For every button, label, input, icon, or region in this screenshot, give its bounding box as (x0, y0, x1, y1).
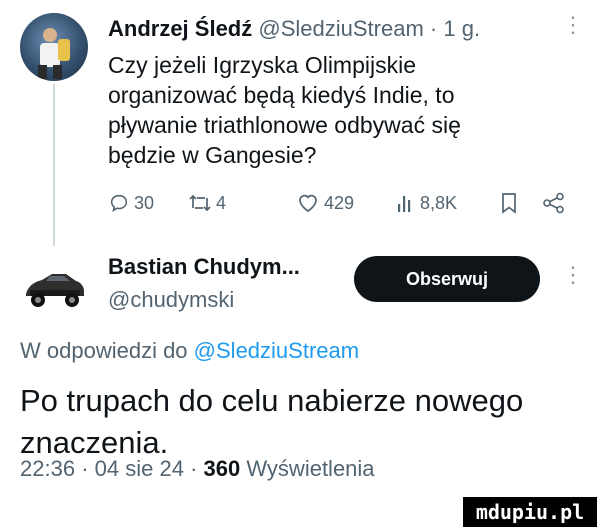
author-avatar[interactable] (20, 250, 90, 320)
more-options-icon[interactable]: ⋮ (562, 12, 584, 38)
tweet-metadata: 22:36 · 04 sie 24 · 360 Wyświetlenia (20, 456, 375, 482)
more-options-icon[interactable]: ⋮ (562, 262, 584, 288)
bookmark-icon (502, 193, 516, 214)
author-name[interactable]: Bastian Chudym... (108, 254, 300, 280)
retweet-button[interactable]: 4 (188, 192, 226, 214)
like-count: 429 (324, 192, 355, 213)
tweet-text-line: organizować będą kiedyś Indie, to (108, 82, 455, 108)
tweet-time[interactable]: 22:36 (20, 456, 75, 481)
reply-icon (110, 194, 128, 212)
thread-connector-line (53, 84, 55, 246)
site-watermark: mdupiu.pl (463, 497, 597, 527)
views-button[interactable]: 8,8K (396, 192, 457, 214)
author-handle[interactable]: @chudymski (108, 287, 234, 313)
meta-separator: · (81, 456, 89, 481)
follow-button[interactable]: Obserwuj (354, 256, 540, 302)
bookmark-button[interactable] (500, 192, 518, 214)
reply-to-handle-link[interactable]: @SledziuStream (194, 338, 359, 363)
tweet-text-line: będzie w Gangesie? (108, 142, 317, 168)
tweet-text-line: Czy jeżeli Igrzyska Olimpijskie (108, 52, 417, 78)
author-name[interactable]: Andrzej Śledź (108, 16, 252, 41)
reply-prefix: W odpowiedzi do (20, 338, 188, 363)
views-total: 360 (203, 456, 241, 481)
car-icon (26, 274, 84, 307)
heart-icon (299, 194, 317, 213)
tweet-text-line: pływanie triathlonowe odbywać się (108, 112, 461, 138)
like-button[interactable]: 429 (296, 192, 354, 214)
tweet-header: Andrzej Śledź @SledziuStream · 1 g. (108, 16, 480, 42)
person-figure-icon (38, 28, 70, 79)
retweet-icon (189, 194, 211, 212)
reply-button[interactable]: 30 (108, 192, 154, 214)
share-icon (543, 192, 564, 214)
author-avatar[interactable] (20, 13, 88, 81)
reply-count: 30 (134, 192, 155, 213)
tweet-text: Czy jeżeli Igrzyska Olimpijskie organizo… (108, 50, 548, 170)
tweet-actions-bar: 30 4 429 8,8K (108, 192, 568, 220)
tweet-text-line: Po trupach do celu nabierze nowego (20, 383, 524, 418)
tweet-text: Po trupach do celu nabierze nowego znacz… (20, 380, 580, 464)
views-label: Wyświetlenia (246, 456, 375, 481)
views-count: 8,8K (420, 192, 458, 213)
retweet-count: 4 (216, 192, 227, 213)
tweet-age[interactable]: 1 g. (443, 16, 480, 41)
share-button[interactable] (542, 192, 566, 214)
header-separator: · (429, 16, 438, 41)
author-handle[interactable]: @SledziuStream (258, 16, 423, 41)
reply-context: W odpowiedzi do @SledziuStream (20, 338, 359, 364)
tweet-date[interactable]: 04 sie 24 (95, 456, 184, 481)
views-chart-icon (398, 196, 411, 212)
meta-separator: · (190, 456, 198, 481)
